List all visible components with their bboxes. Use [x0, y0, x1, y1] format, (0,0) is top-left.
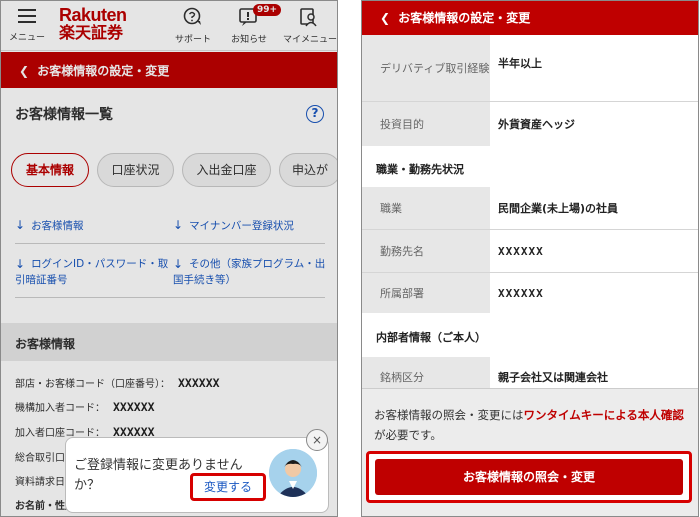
tab-deposit-account[interactable]: 入出金口座 — [182, 153, 271, 187]
help-icon[interactable]: ? — [306, 105, 324, 123]
info-row-institution-code: 機構加入者コード： XXXXXX — [15, 400, 155, 414]
row-department: 所属部署 XXXXXX — [362, 273, 698, 313]
left-screen: メニュー Rakuten 楽天証券 サポート お知らせ 99+ マイメニュー ❮… — [0, 0, 338, 517]
support-chat-icon — [183, 7, 201, 25]
app-header: メニュー Rakuten 楽天証券 サポート お知らせ 99+ マイメニュー — [1, 1, 337, 51]
footer-note: お客様情報の照会・変更にはワンタイムキーによる本人確認が必要です。 — [374, 408, 684, 442]
assistant-avatar — [269, 449, 317, 497]
notice-label: お知らせ — [231, 35, 267, 45]
link-others[interactable]: ↓ その他（家族プログラム・出国手続き等） — [173, 256, 329, 288]
notice-count-badge: 99+ — [253, 4, 282, 16]
link-login-credentials[interactable]: ↓ ログインID・パスワード・取引暗証番号 — [15, 256, 171, 288]
section-occupation: 職業・勤務先状況 — [376, 163, 464, 176]
inquire-change-button[interactable]: お客様情報の照会・変更 — [375, 459, 683, 495]
section-insider: 内部者情報（ご本人） — [376, 331, 486, 344]
right-screen: ❮ お客様情報の設定・変更 デリバティブ取引経験 半年以上 投資目的 外貨資産ヘ… — [361, 0, 699, 517]
info-row-general: 総合取引口 — [15, 453, 65, 464]
support-label: サポート — [174, 35, 211, 45]
arrow-down-icon: ↓ — [173, 218, 184, 232]
info-row-branch-code: 部店・お客様コード（口座番号）： XXXXXX — [15, 376, 220, 390]
back-chevron-icon: ❮ — [380, 11, 391, 25]
link-customer-info[interactable]: ↓ お客様情報 — [15, 217, 84, 234]
nav-bar-title: お客様情報の設定・変更 — [398, 11, 531, 25]
nav-bar[interactable]: ❮ お客様情報の設定・変更 — [1, 52, 337, 88]
menu-button[interactable]: メニュー — [7, 7, 47, 43]
support-button[interactable]: サポート — [171, 7, 215, 45]
row-derivative-experience: デリバティブ取引経験 半年以上 — [362, 35, 698, 101]
mymenu-label: マイメニュー — [283, 35, 338, 45]
tab-basic-info[interactable]: 基本情報 — [11, 153, 89, 187]
onetime-key-highlight: ワンタイムキーによる本人確認 — [523, 408, 684, 422]
logo-ja: 楽天証券 — [59, 25, 124, 42]
row-occupation: 職業 民間企業(未上場)の社員 — [362, 187, 698, 229]
divider — [15, 297, 325, 298]
logo-en: Rakuten — [59, 5, 127, 25]
arrow-down-icon: ↓ — [173, 257, 184, 271]
back-chevron-icon: ❮ — [19, 64, 30, 78]
divider — [15, 243, 325, 244]
nav-bar-title: お客様情報の設定・変更 — [37, 64, 170, 78]
tab-applications[interactable]: 申込が — [279, 153, 337, 187]
hamburger-icon — [18, 9, 36, 23]
close-popup-button[interactable]: × — [306, 429, 328, 451]
customer-info-heading: お客様情報 — [1, 323, 337, 361]
arrow-down-icon: ↓ — [15, 218, 26, 232]
rakuten-logo[interactable]: Rakuten 楽天証券 — [59, 6, 139, 44]
row-investment-purpose: 投資目的 外貨資産ヘッジ — [362, 102, 698, 146]
change-button[interactable]: 変更する — [190, 473, 266, 501]
menu-label: メニュー — [8, 33, 45, 43]
page-title: お客様情報一覧 — [15, 107, 113, 123]
cta-highlight-frame: お客様情報の照会・変更 — [366, 451, 692, 503]
arrow-down-icon: ↓ — [15, 257, 26, 271]
mymenu-icon — [300, 8, 317, 27]
tab-account-status[interactable]: 口座状況 — [97, 153, 174, 187]
mymenu-button[interactable]: マイメニュー — [283, 7, 338, 45]
info-row-document-request: 資料請求日 — [15, 477, 65, 488]
footer-panel: お客様情報の照会・変更にはワンタイムキーによる本人確認が必要です。 お客様情報の… — [362, 388, 698, 516]
nav-bar[interactable]: ❮ お客様情報の設定・変更 — [362, 1, 698, 35]
row-employer: 勤務先名 XXXXXX — [362, 230, 698, 272]
link-mynumber-status[interactable]: ↓ マイナンバー登録状況 — [173, 217, 294, 234]
